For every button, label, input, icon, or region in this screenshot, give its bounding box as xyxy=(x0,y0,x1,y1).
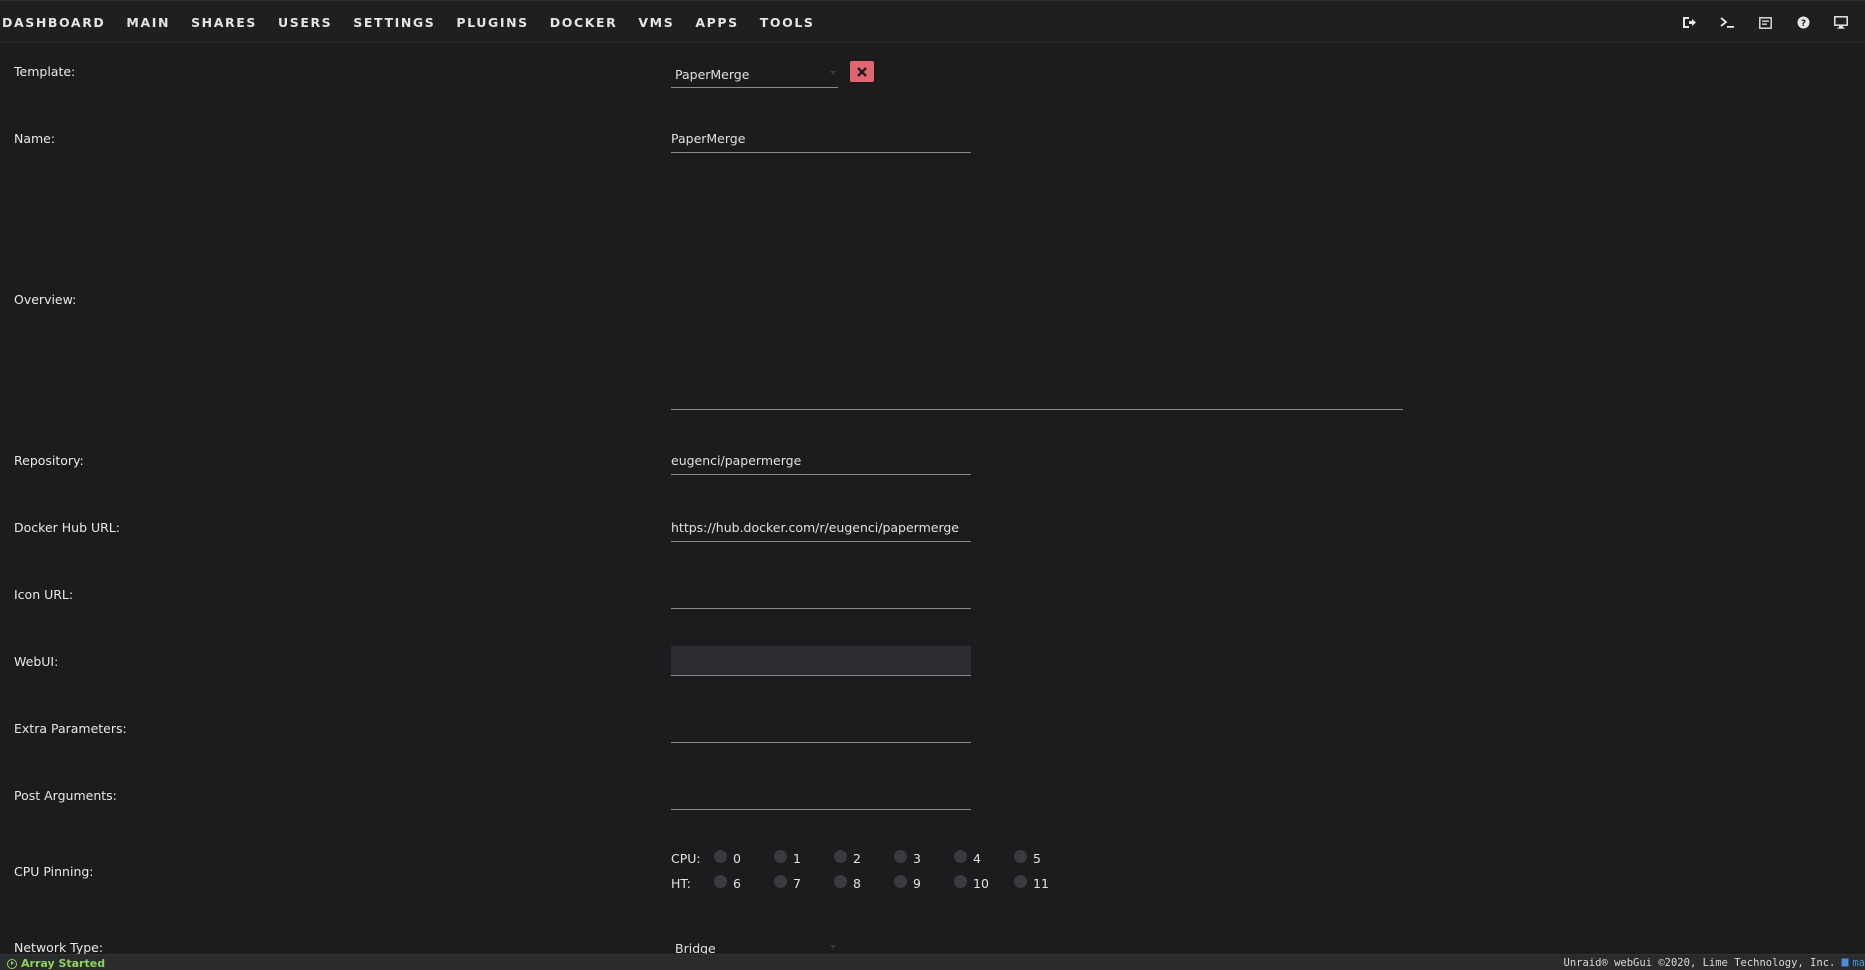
post-arguments-input[interactable] xyxy=(671,780,971,810)
cpu-option[interactable]: 5 xyxy=(1014,850,1074,866)
chevron-down-icon xyxy=(830,945,836,949)
radio-button[interactable] xyxy=(954,875,967,888)
cpu-number: 4 xyxy=(973,851,981,866)
array-status: Array Started xyxy=(7,957,105,970)
logout-icon[interactable] xyxy=(1681,15,1697,31)
display-icon[interactable] xyxy=(1833,15,1849,31)
radio-button[interactable] xyxy=(1014,875,1027,888)
icon-url-label: Icon URL: xyxy=(14,587,74,602)
top-navigation-bar: DASHBOARD MAIN SHARES USERS SETTINGS PLU… xyxy=(0,0,1865,43)
terminal-icon[interactable] xyxy=(1719,15,1735,31)
nav-tools[interactable]: TOOLS xyxy=(760,15,815,30)
template-value: PaperMerge xyxy=(675,67,750,82)
cpu-number: 5 xyxy=(1033,851,1041,866)
cpu-option[interactable]: 3 xyxy=(894,850,954,866)
docker-hub-url-label: Docker Hub URL: xyxy=(14,520,120,535)
cpu-pinning-label: CPU Pinning: xyxy=(14,864,94,879)
ht-option[interactable]: 6 xyxy=(714,875,774,891)
ht-number: 8 xyxy=(853,876,861,891)
webui-label: WebUI: xyxy=(14,654,59,669)
radio-button[interactable] xyxy=(1014,850,1027,863)
cpu-pinning-cpu-row: CPU: 0 1 2 3 4 5 xyxy=(671,850,1074,866)
post-arguments-label: Post Arguments: xyxy=(14,788,117,803)
cpu-option[interactable]: 2 xyxy=(834,850,894,866)
nav-dashboard[interactable]: DASHBOARD xyxy=(2,15,105,30)
manual-link[interactable]: ma xyxy=(1841,957,1865,969)
help-icon[interactable]: ? xyxy=(1795,15,1811,31)
nav-apps[interactable]: APPS xyxy=(695,15,738,30)
nav-plugins[interactable]: PLUGINS xyxy=(456,15,528,30)
repository-input[interactable]: eugenci/papermerge xyxy=(671,445,971,475)
ht-number: 11 xyxy=(1033,876,1049,891)
cpu-number: 1 xyxy=(793,851,801,866)
icon-url-input[interactable] xyxy=(671,579,971,609)
svg-text:?: ? xyxy=(1800,19,1805,29)
cpu-pinning-ht-row: HT: 6 7 8 9 10 11 xyxy=(671,875,1074,891)
remove-template-button[interactable] xyxy=(850,61,874,82)
radio-button[interactable] xyxy=(834,850,847,863)
radio-button[interactable] xyxy=(894,875,907,888)
ht-number: 6 xyxy=(733,876,741,891)
network-type-label: Network Type: xyxy=(14,940,104,955)
radio-button[interactable] xyxy=(894,850,907,863)
ht-row-label: HT: xyxy=(671,876,691,891)
template-select[interactable]: PaperMerge xyxy=(671,58,838,88)
extra-parameters-input[interactable] xyxy=(671,713,971,743)
overview-label: Overview: xyxy=(14,292,77,307)
name-label: Name: xyxy=(14,131,56,146)
ht-number: 7 xyxy=(793,876,801,891)
network-type-select[interactable]: Bridge xyxy=(671,932,838,956)
footer-copyright: Unraid® webGui ©2020, Lime Technology, I… xyxy=(1564,957,1865,969)
docker-hub-url-input[interactable]: https://hub.docker.com/r/eugenci/paperme… xyxy=(671,512,971,542)
play-icon xyxy=(7,958,17,969)
close-icon xyxy=(857,66,867,77)
nav-vms[interactable]: VMS xyxy=(638,15,674,30)
nav-settings[interactable]: SETTINGS xyxy=(353,15,435,30)
book-icon xyxy=(1841,958,1849,967)
cpu-row-label: CPU: xyxy=(671,851,701,866)
ht-option[interactable]: 9 xyxy=(894,875,954,891)
overview-textarea[interactable] xyxy=(671,409,1403,410)
chevron-down-icon xyxy=(830,71,836,75)
cpu-option[interactable]: 0 xyxy=(714,850,774,866)
nav-users[interactable]: USERS xyxy=(278,15,332,30)
ht-number: 10 xyxy=(973,876,989,891)
radio-button[interactable] xyxy=(954,850,967,863)
manual-link-text: ma xyxy=(1852,957,1865,969)
cpu-number: 0 xyxy=(733,851,741,866)
ht-option[interactable]: 7 xyxy=(774,875,834,891)
repository-label: Repository: xyxy=(14,453,84,468)
nav-main[interactable]: MAIN xyxy=(126,15,170,30)
cpu-number: 3 xyxy=(913,851,921,866)
nav-docker[interactable]: DOCKER xyxy=(550,15,618,30)
log-icon[interactable] xyxy=(1757,15,1773,31)
ht-number: 9 xyxy=(913,876,921,891)
array-status-text: Array Started xyxy=(21,957,106,970)
extra-parameters-label: Extra Parameters: xyxy=(14,721,127,736)
status-bar: Array Started Unraid® webGui ©2020, Lime… xyxy=(0,954,1865,970)
cpu-number: 2 xyxy=(853,851,861,866)
cpu-option[interactable]: 4 xyxy=(954,850,1014,866)
header-toolbar: ? xyxy=(1681,1,1865,44)
ht-option[interactable]: 10 xyxy=(954,875,1014,891)
cpu-option[interactable]: 1 xyxy=(774,850,834,866)
copyright-text: Unraid® webGui ©2020, Lime Technology, I… xyxy=(1563,957,1836,969)
ht-option[interactable]: 8 xyxy=(834,875,894,891)
radio-button[interactable] xyxy=(774,875,787,888)
name-input[interactable]: PaperMerge xyxy=(671,123,971,153)
radio-button[interactable] xyxy=(774,850,787,863)
radio-button[interactable] xyxy=(834,875,847,888)
template-label: Template: xyxy=(14,64,76,79)
radio-button[interactable] xyxy=(714,850,727,863)
radio-button[interactable] xyxy=(714,875,727,888)
webui-input[interactable] xyxy=(671,646,971,676)
main-nav: DASHBOARD MAIN SHARES USERS SETTINGS PLU… xyxy=(0,1,835,44)
nav-shares[interactable]: SHARES xyxy=(191,15,257,30)
ht-option[interactable]: 11 xyxy=(1014,875,1074,891)
